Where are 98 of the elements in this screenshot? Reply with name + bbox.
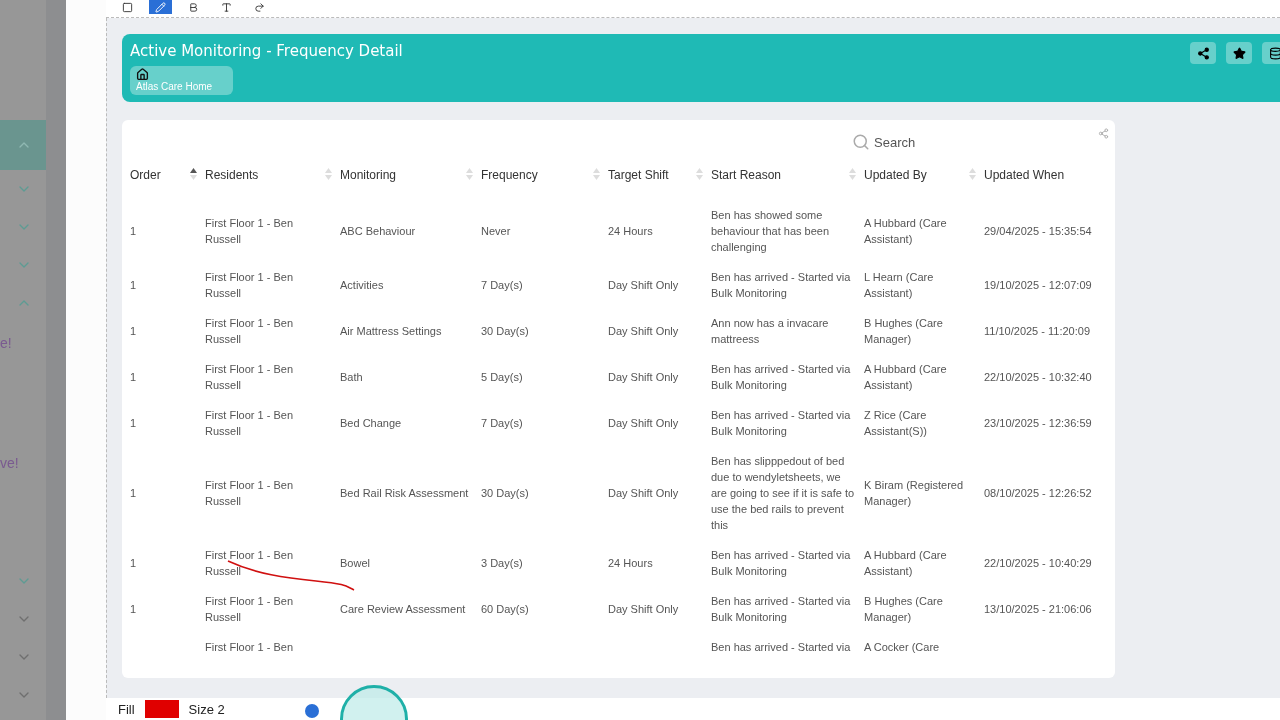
table-cell: Day Shift Only xyxy=(608,417,679,429)
table-cell: 11/10/2025 - 11:20:09 xyxy=(984,325,1090,337)
search-icon xyxy=(852,133,870,151)
table-cell: A Cocker (Care xyxy=(864,641,940,653)
table-cell: Ben has arrived - Started via Bulk Monitoring xyxy=(711,363,851,391)
table-cell: 1 xyxy=(130,417,137,429)
share-icon[interactable] xyxy=(1098,128,1109,139)
table-cell: K Biram (Registered Manager) xyxy=(864,479,964,507)
table-cell: 1 xyxy=(130,225,137,237)
table-cell: A Hubbard (Care Assistant) xyxy=(864,363,947,391)
column-header[interactable]: Frequency xyxy=(481,168,538,182)
table-cell: 29/04/2025 - 15:35:54 xyxy=(984,225,1092,237)
size-slider-handle[interactable] xyxy=(304,704,319,718)
fill-label: Fill xyxy=(118,702,135,717)
table-cell: 19/10/2025 - 12:07:09 xyxy=(984,279,1092,291)
table-cell: 22/10/2025 - 10:32:40 xyxy=(984,371,1092,383)
table-cell: Day Shift Only xyxy=(608,371,679,383)
table-cell: Day Shift Only xyxy=(608,603,679,615)
table-cell: 60 Day(s) xyxy=(481,603,529,615)
table-cell: Ben has slipppedout of bed due to wendyletsheets, we are going to see if it is safe to use the bed rails to prevent this xyxy=(711,455,855,531)
table-cell: First Floor 1 - Ben Russell xyxy=(205,549,294,577)
table-cell: First Floor 1 - Ben Russell xyxy=(205,479,294,507)
column-header[interactable]: Order xyxy=(130,168,161,182)
table-cell: L Hearn (Care Assistant) xyxy=(864,271,934,299)
table-cell: ABC Behaviour xyxy=(340,225,416,237)
star-icon xyxy=(1232,46,1246,60)
home-icon xyxy=(136,68,149,81)
table-cell: 24 Hours xyxy=(608,225,653,237)
table-cell: 30 Day(s) xyxy=(481,487,529,499)
table-cell: Z Rice (Care Assistant(S)) xyxy=(864,409,927,437)
text-icon xyxy=(221,1,232,13)
table-cell: Bed Change xyxy=(340,417,402,429)
sidebar-item[interactable] xyxy=(0,120,46,170)
share-button[interactable] xyxy=(1190,42,1216,64)
table-cell: First Floor 1 - Ben xyxy=(205,641,294,653)
table-cell: Ben has arrived - Started via Bulk Monitoring xyxy=(711,595,851,623)
table-cell: 1 xyxy=(130,487,137,499)
table-cell: Care Review Assessment xyxy=(340,603,466,615)
column-header[interactable]: Start Reason xyxy=(711,168,782,182)
table-cell: 13/10/2025 - 21:06:06 xyxy=(984,603,1092,615)
table-cell: Bowel xyxy=(340,557,370,569)
table-cell: Never xyxy=(481,225,511,237)
table-cell: 08/10/2025 - 12:26:52 xyxy=(984,487,1092,499)
toolbar-button[interactable] xyxy=(149,0,172,14)
table-cell: 22/10/2025 - 10:40:29 xyxy=(984,557,1092,569)
table-cell: Day Shift Only xyxy=(608,279,679,291)
table-cell: Day Shift Only xyxy=(608,325,679,337)
sidebar-text: ve! xyxy=(0,455,19,471)
table-cell: 30 Day(s) xyxy=(481,325,529,337)
table-cell: Ann now has a invacare mattreess xyxy=(711,317,829,345)
table-cell: First Floor 1 - Ben Russell xyxy=(205,317,294,345)
column-header[interactable]: Updated By xyxy=(864,168,927,182)
page-title: Active Monitoring - Frequency Detail xyxy=(130,42,404,60)
table-cell: First Floor 1 - Ben Russell xyxy=(205,271,294,299)
size-label: Size 2 xyxy=(188,702,225,717)
table-cell: Ben has showed some behaviour that has been challenging xyxy=(711,209,830,253)
table-cell: 3 Day(s) xyxy=(481,557,523,569)
table-cell: 7 Day(s) xyxy=(481,417,523,429)
table-cell: B Hughes (Care Manager) xyxy=(864,317,943,345)
column-header[interactable]: Residents xyxy=(205,168,259,182)
table-cell: 1 xyxy=(130,603,137,615)
column-header[interactable]: Target Shift xyxy=(608,168,669,182)
table-cell: B Hughes (Care Manager) xyxy=(864,595,943,623)
table-cell: Bed Rail Risk Assessment xyxy=(340,487,469,499)
color-swatch[interactable] xyxy=(144,700,179,718)
column-header[interactable]: Monitoring xyxy=(340,168,397,182)
share-icon xyxy=(1196,46,1210,60)
table-cell: Ben has arrived - Started via Bulk Monitoring xyxy=(711,271,851,299)
table-cell: Bath xyxy=(340,371,363,383)
database-icon xyxy=(1268,46,1280,60)
sort-icon[interactable] xyxy=(190,168,197,180)
table-cell: 1 xyxy=(130,557,137,569)
table-cell: A Hubbard (Care Assistant) xyxy=(864,549,947,577)
table-cell: 24 Hours xyxy=(608,557,653,569)
table-cell: 1 xyxy=(130,279,137,291)
table-cell: 5 Day(s) xyxy=(481,371,523,383)
table-cell: Ben has arrived - Started via Bulk Monitoring xyxy=(711,409,851,437)
bold-icon xyxy=(188,1,199,13)
sidebar-text: e! xyxy=(0,335,12,351)
table-cell: 7 Day(s) xyxy=(481,279,523,291)
search-field[interactable]: Search xyxy=(852,132,932,152)
table-cell: A Hubbard (Care Assistant) xyxy=(864,217,947,245)
table-cell: Day Shift Only xyxy=(608,487,679,499)
table-cell: First Floor 1 - Ben Russell xyxy=(205,217,294,245)
table-cell: First Floor 1 - Ben Russell xyxy=(205,363,294,391)
table-cell: Air Mattress Settings xyxy=(340,325,442,337)
table-cell: First Floor 1 - Ben Russell xyxy=(205,595,294,623)
table-cell: 1 xyxy=(130,325,137,337)
star-button[interactable] xyxy=(1226,42,1252,64)
square-icon xyxy=(122,1,133,13)
table-cell: Ben has arrived - Started via xyxy=(711,641,851,653)
column-header[interactable]: Updated When xyxy=(984,168,1065,182)
table-cell: 23/10/2025 - 12:36:59 xyxy=(984,417,1092,429)
table-cell: Ben has arrived - Started via Bulk Monitoring xyxy=(711,549,851,577)
table-cell: Activities xyxy=(340,279,384,291)
table-cell: First Floor 1 - Ben Russell xyxy=(205,409,294,437)
redo-icon xyxy=(254,1,265,13)
table-cell: 1 xyxy=(130,371,137,383)
